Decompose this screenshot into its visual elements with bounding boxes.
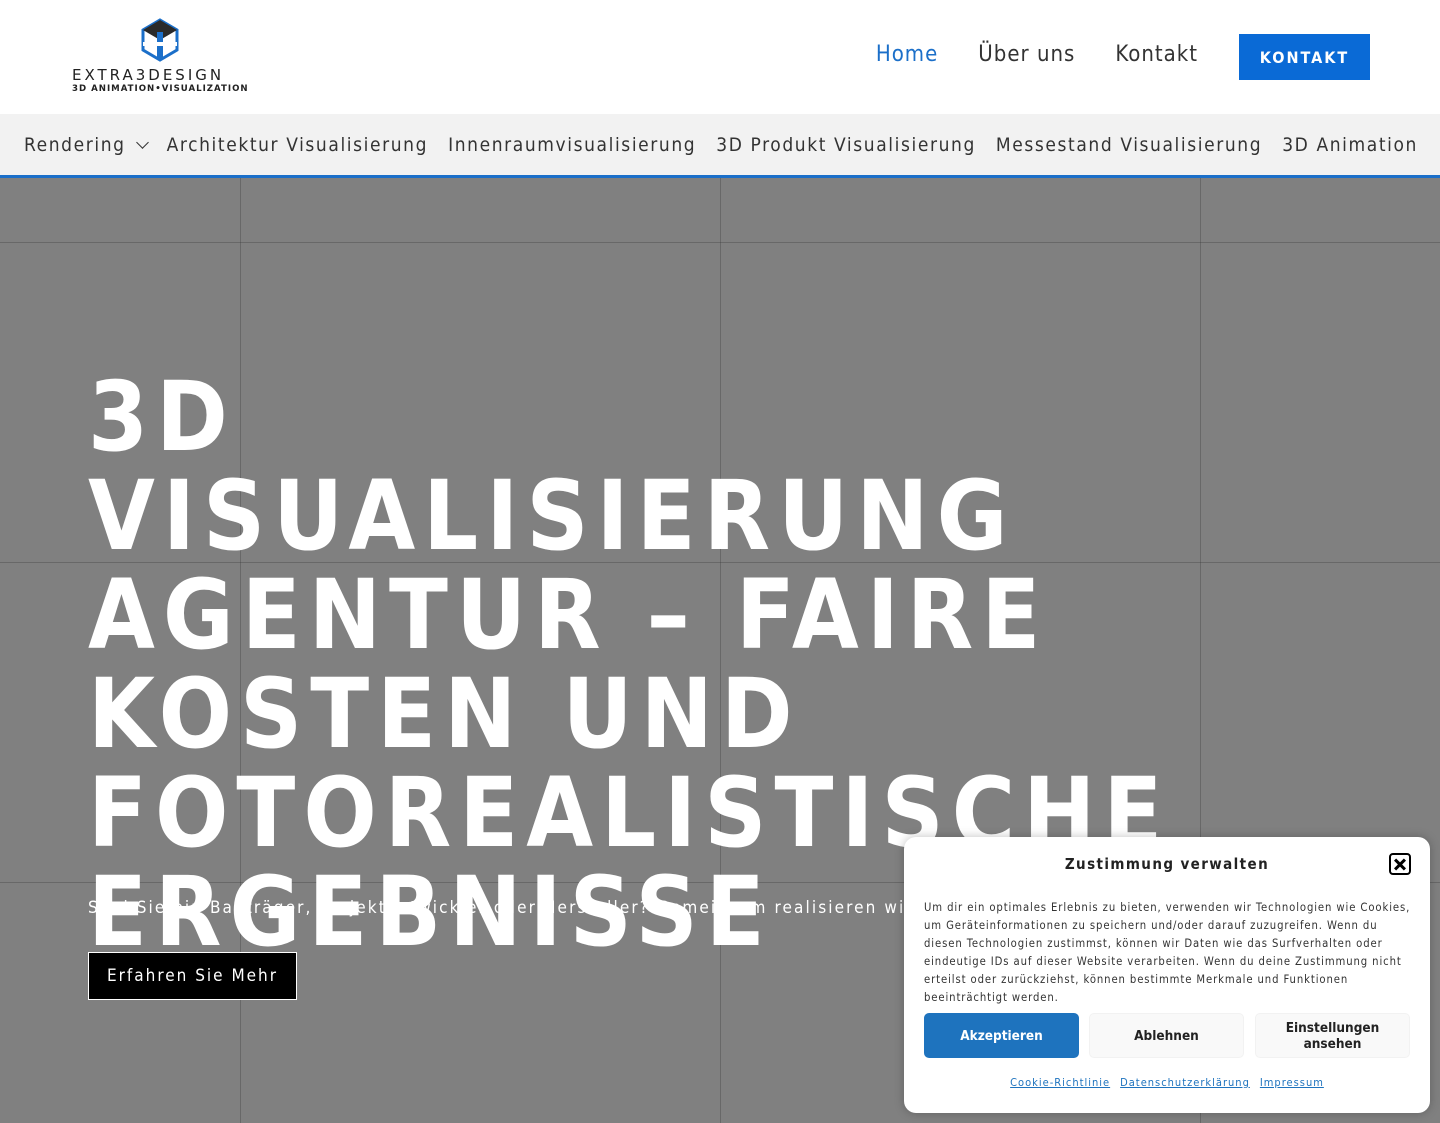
close-icon[interactable] <box>1389 853 1411 875</box>
site-header: EXTRA3DESIGN 3D ANIMATION•VISUALIZATION … <box>0 0 1440 114</box>
privacy-policy-link[interactable]: Datenschutzerklärung <box>1120 1076 1250 1089</box>
hero-subtitle: Sind Sie ein Bauträger, Projektentwickle… <box>88 898 1031 918</box>
grid-line <box>0 242 1440 243</box>
service-nav: Rendering Architektur Visualisierung Inn… <box>0 114 1440 178</box>
subnav-innenraum[interactable]: Innenraumvisualisierung <box>448 134 696 156</box>
kontakt-button[interactable]: KONTAKT <box>1239 34 1370 80</box>
subnav-rendering[interactable]: Rendering <box>24 133 149 156</box>
cookie-policy-link[interactable]: Cookie-Richtlinie <box>1010 1076 1110 1089</box>
view-settings-button[interactable]: Einstellungen ansehen <box>1255 1013 1410 1058</box>
nav-about[interactable]: Über uns <box>978 42 1075 67</box>
accept-button[interactable]: Akzeptieren <box>924 1013 1079 1058</box>
subnav-animation[interactable]: 3D Animation <box>1282 134 1418 156</box>
main-nav: Home Über uns Kontakt <box>876 42 1198 67</box>
deny-button[interactable]: Ablehnen <box>1089 1013 1244 1058</box>
cookie-description: Um dir ein optimales Erlebnis zu bieten,… <box>924 901 1411 1004</box>
nav-contact[interactable]: Kontakt <box>1115 42 1198 67</box>
logo-name: EXTRA3DESIGN <box>72 66 225 84</box>
subnav-messestand[interactable]: Messestand Visualisierung <box>996 134 1262 156</box>
chevron-down-icon <box>135 135 149 149</box>
logo-tagline: 3D ANIMATION•VISUALIZATION <box>72 84 249 94</box>
subnav-architektur[interactable]: Architektur Visualisierung <box>167 134 428 156</box>
site-logo[interactable]: EXTRA3DESIGN 3D ANIMATION•VISUALIZATION <box>70 18 250 98</box>
nav-home[interactable]: Home <box>876 42 938 67</box>
subnav-rendering-label: Rendering <box>24 133 126 156</box>
subnav-produkt[interactable]: 3D Produkt Visualisierung <box>716 134 976 156</box>
imprint-link[interactable]: Impressum <box>1260 1076 1324 1089</box>
learn-more-button[interactable]: Erfahren Sie Mehr <box>88 952 297 1000</box>
logo-mark-icon <box>141 18 179 62</box>
cookie-consent-dialog: Zustimmung verwalten Um dir ein optimale… <box>904 837 1430 1113</box>
cookie-title: Zustimmung verwalten <box>1064 855 1270 873</box>
cookie-links: Cookie-Richtlinie Datenschutzerklärung I… <box>904 1076 1430 1089</box>
